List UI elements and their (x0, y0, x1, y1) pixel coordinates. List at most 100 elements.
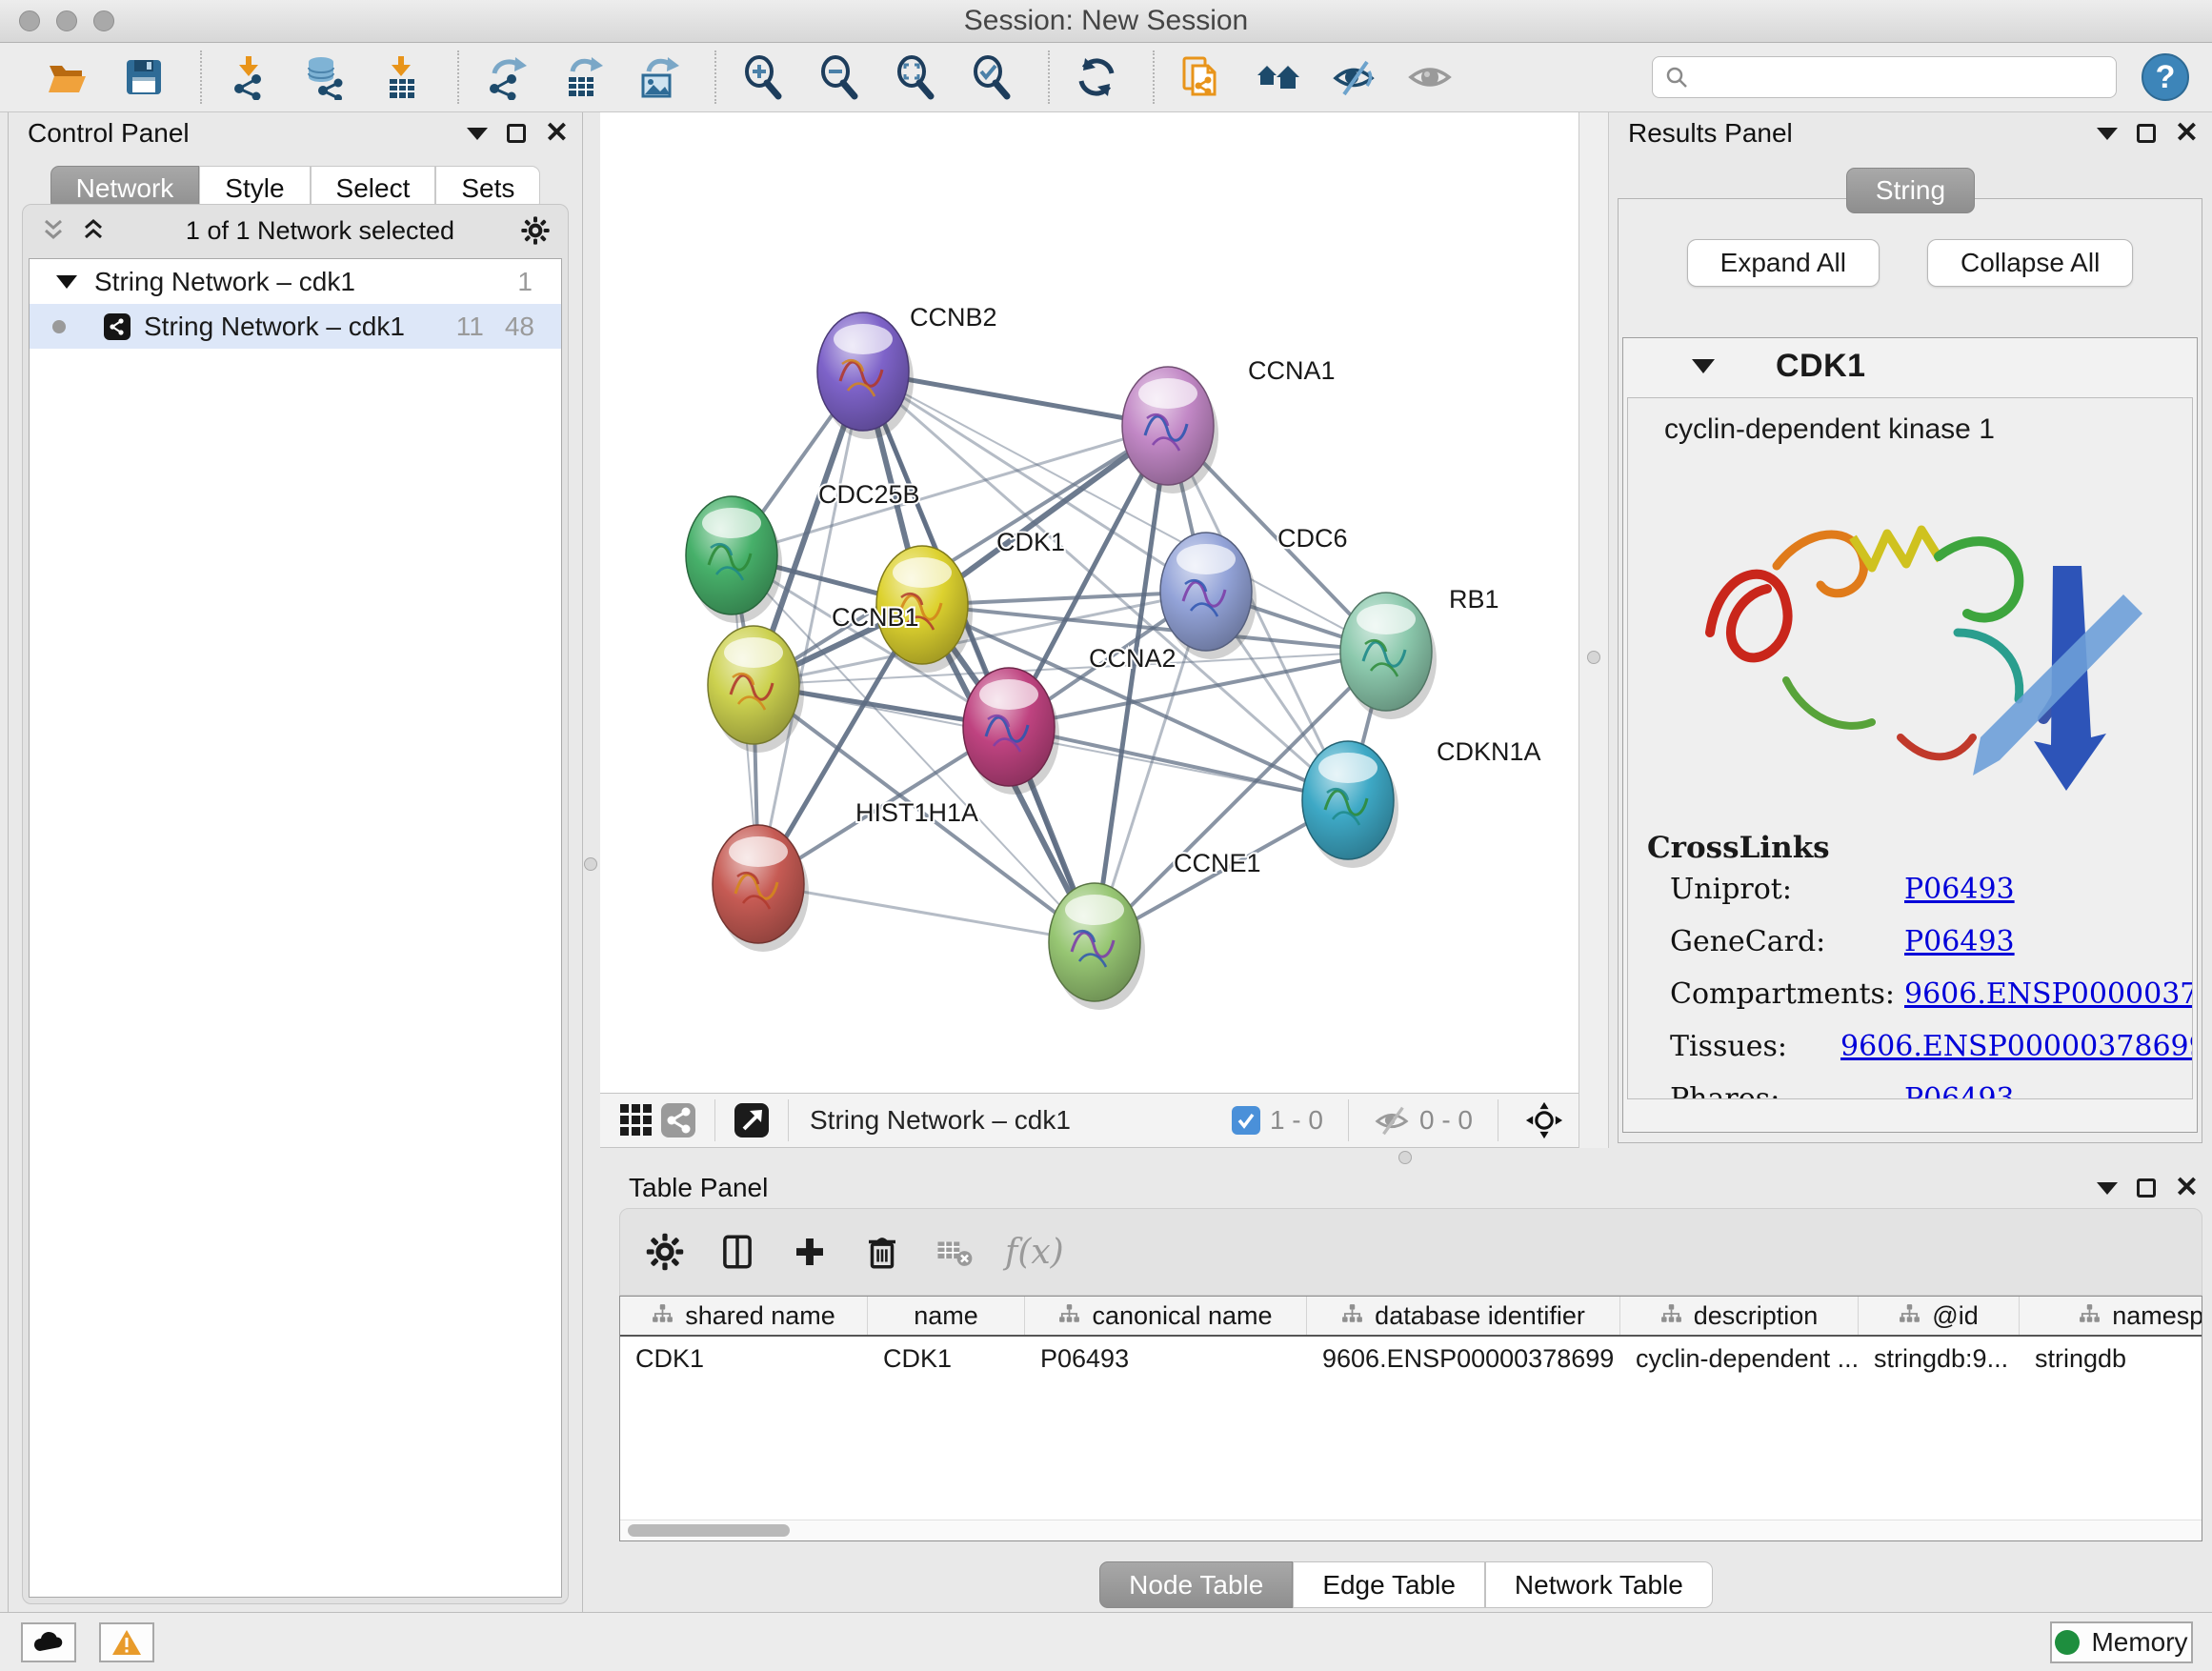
column-header-shared-name[interactable]: shared name (620, 1297, 868, 1335)
show-glass-button[interactable] (1404, 50, 1456, 104)
search-input[interactable] (1699, 63, 2104, 92)
table-horizontal-scrollbar[interactable] (620, 1520, 2202, 1540)
delete-column-button[interactable] (860, 1230, 904, 1274)
network-node-cdkn1a[interactable]: CDKN1A (1302, 737, 1541, 868)
duplicate-network-icon (1178, 54, 1224, 100)
crosslink-value-link[interactable]: 9606.ENSP00000378699 (1904, 977, 2193, 1011)
panel-menu-icon[interactable] (2097, 128, 2118, 140)
column-header-canonical-name[interactable]: canonical name (1025, 1297, 1307, 1335)
panel-divider[interactable] (583, 112, 600, 1612)
expand-all-button[interactable]: Expand All (1687, 239, 1880, 287)
import-table-button[interactable] (375, 50, 427, 104)
database-import-icon (302, 54, 348, 100)
open-session-button[interactable] (42, 50, 93, 104)
search-box[interactable] (1652, 56, 2117, 98)
selected-nodes-checkbox-icon[interactable] (1232, 1106, 1260, 1135)
network-edge[interactable] (732, 426, 1168, 555)
results-panel-title: Results Panel (1628, 118, 1793, 149)
column-type-icon (1899, 1301, 1920, 1331)
tab-edge-table[interactable]: Edge Table (1293, 1561, 1485, 1608)
column-header-label: name (914, 1301, 978, 1331)
network-canvas[interactable]: CCNB2CCNA1CDC25BCDK1CDC6RB1CCNB1CCNA2CDK… (600, 112, 1579, 1093)
divider-handle[interactable] (1398, 1151, 1412, 1164)
network-node-ccna1[interactable]: CCNA1 (1122, 356, 1336, 493)
help-button[interactable]: ? (2142, 53, 2189, 101)
network-options-gear-icon[interactable] (520, 215, 551, 246)
column-header--id[interactable]: @id (1859, 1297, 2020, 1335)
birds-eye-view-button[interactable] (615, 1099, 657, 1141)
table-cell[interactable]: stringdb (2020, 1344, 2202, 1374)
panel-menu-icon[interactable] (2097, 1182, 2118, 1195)
crosslink-value-link[interactable]: P06493 (1904, 1082, 2015, 1099)
expand-all-icon[interactable] (80, 218, 109, 243)
crosslink-value-link[interactable]: P06493 (1904, 925, 2015, 958)
cloud-status-button[interactable] (21, 1622, 76, 1662)
table-cell[interactable]: stringdb:9... (1859, 1344, 2020, 1374)
crosslink-value-link[interactable]: P06493 (1904, 873, 2015, 906)
panel-close-icon[interactable]: ✕ (545, 119, 569, 148)
zoom-out-button[interactable] (814, 50, 865, 104)
import-network-from-database-button[interactable] (299, 50, 351, 104)
panel-divider[interactable] (1579, 112, 1609, 1148)
zoom-fit-button[interactable] (890, 50, 941, 104)
gene-header-row[interactable]: CDK1 (1623, 338, 2197, 393)
import-network-button[interactable] (223, 50, 274, 104)
panel-float-icon[interactable] (2137, 1178, 2156, 1198)
network-node-rb1[interactable]: RB1 (1340, 585, 1499, 719)
save-session-button[interactable] (118, 50, 170, 104)
network-collection-row[interactable]: String Network – cdk1 1 (30, 259, 561, 304)
panel-divider[interactable] (600, 1148, 2212, 1167)
pan-crosshair-button[interactable] (1523, 1099, 1565, 1141)
network-node-ccna2[interactable]: CCNA2 (963, 644, 1176, 795)
panel-float-icon[interactable] (507, 124, 526, 143)
function-builder-button[interactable]: f(x) (1005, 1233, 1064, 1272)
column-header-description[interactable]: description (1620, 1297, 1859, 1335)
panel-menu-icon[interactable] (467, 128, 488, 140)
crosslink-value-link[interactable]: 9606.ENSP00000378699 (1840, 1030, 2193, 1063)
panel-close-icon[interactable]: ✕ (2175, 1174, 2199, 1202)
warnings-button[interactable] (99, 1622, 154, 1662)
collection-expander-icon[interactable] (56, 275, 77, 289)
panel-close-icon[interactable]: ✕ (2175, 119, 2199, 148)
zoom-in-button[interactable] (737, 50, 789, 104)
gene-collapse-icon[interactable] (1692, 359, 1715, 373)
divider-handle[interactable] (584, 857, 597, 871)
tab-string-results[interactable]: String (1846, 168, 1975, 213)
network-edge[interactable] (1095, 426, 1168, 942)
tab-network-table[interactable]: Network Table (1485, 1561, 1713, 1608)
column-header-database-identifier[interactable]: database identifier (1307, 1297, 1620, 1335)
scrollbar-thumb[interactable] (628, 1524, 790, 1537)
table-cell[interactable]: P06493 (1025, 1344, 1307, 1374)
column-header-namespace[interactable]: namespace (2020, 1297, 2202, 1335)
table-cell[interactable]: CDK1 (620, 1344, 868, 1374)
goto-network-button[interactable] (731, 1099, 773, 1141)
divider-handle[interactable] (1587, 651, 1600, 664)
refresh-icon (1074, 54, 1119, 100)
clone-network-button[interactable] (1176, 50, 1227, 104)
export-table-button[interactable] (556, 50, 608, 104)
collapse-all-button[interactable]: Collapse All (1927, 239, 2133, 287)
string-home-button[interactable] (1252, 50, 1303, 104)
memory-button[interactable]: Memory (2050, 1621, 2193, 1663)
string-style-button[interactable] (657, 1099, 699, 1141)
zoom-selected-button[interactable] (966, 50, 1017, 104)
export-image-button[interactable] (633, 50, 684, 104)
show-columns-button[interactable] (715, 1230, 759, 1274)
export-network-button[interactable] (480, 50, 532, 104)
network-node-ccnb2[interactable]: CCNB2 (817, 303, 997, 439)
network-row[interactable]: String Network – cdk1 11 48 (30, 304, 561, 349)
network-node-ccne1[interactable]: CCNE1 (1049, 849, 1261, 1010)
tab-node-table[interactable]: Node Table (1099, 1561, 1293, 1608)
table-options-button[interactable] (643, 1230, 687, 1274)
panel-float-icon[interactable] (2137, 124, 2156, 143)
hide-glass-button[interactable] (1328, 50, 1379, 104)
delete-table-button[interactable] (933, 1230, 976, 1274)
table-cell[interactable]: 9606.ENSP00000378699 (1307, 1344, 1620, 1374)
create-column-button[interactable] (788, 1230, 832, 1274)
table-cell[interactable]: CDK1 (868, 1344, 1025, 1374)
table-row[interactable]: CDK1CDK1P064939606.ENSP00000378699cyclin… (620, 1337, 2202, 1380)
collapse-all-icon[interactable] (40, 218, 69, 243)
column-header-name[interactable]: name (868, 1297, 1025, 1335)
apply-layout-button[interactable] (1071, 50, 1122, 104)
table-cell[interactable]: cyclin-dependent ... (1620, 1344, 1859, 1374)
